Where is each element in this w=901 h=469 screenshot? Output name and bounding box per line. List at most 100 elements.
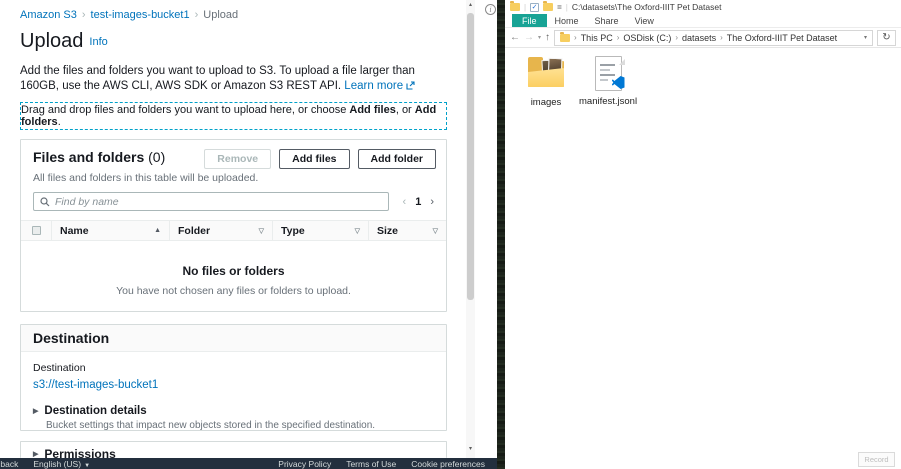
next-page-button[interactable]: › (430, 196, 434, 208)
scrollbar-thumb[interactable] (467, 13, 474, 300)
tab-file[interactable]: File (512, 14, 547, 27)
file-item-manifest-jsonl[interactable]: manifest.jsonl (579, 56, 637, 107)
files-and-folders-card: Files and folders (0) Remove Add files A… (20, 139, 447, 312)
breadcrumb-separator: › (195, 9, 199, 21)
info-link[interactable]: Info (89, 36, 107, 48)
privacy-policy-link[interactable]: Privacy Policy (278, 459, 331, 469)
filter-icon: ▽ (259, 227, 264, 235)
add-files-button[interactable]: Add files (279, 149, 349, 169)
aws-s3-upload-page: Amazon S3 › test-images-bucket1 › Upload Upl… (0, 0, 466, 469)
empty-state-subtitle: You have not chosen any files or folders… (21, 285, 446, 297)
destination-card: Destination Destination s3://test-images… (20, 324, 447, 431)
files-section-title: Files and folders (0) (33, 149, 165, 165)
vscode-badge-icon (612, 76, 625, 89)
column-header-folder[interactable]: Folder▽ (169, 221, 272, 240)
breadcrumb: Amazon S3 › test-images-bucket1 › Upload (20, 9, 238, 21)
upload-description: Add the files and folders you want to up… (20, 64, 444, 93)
quick-access-check-icon[interactable]: ✓ (530, 3, 539, 12)
previous-page-button[interactable]: ‹ (403, 196, 407, 208)
learn-more-link[interactable]: Learn more (344, 80, 415, 92)
file-list-area: images manifest.jsonl (505, 48, 901, 467)
destination-details-toggle[interactable]: ▶ Destination details (33, 405, 434, 417)
file-item-images-folder[interactable]: images (517, 56, 575, 108)
quick-access-customize-icon[interactable]: = (557, 3, 562, 12)
feedback-link[interactable]: Feedback (0, 459, 18, 469)
folder-icon (560, 34, 570, 42)
back-arrow-icon[interactable]: ← (510, 32, 520, 43)
page-title-text: Upload (20, 30, 83, 52)
destination-section-title: Destination (21, 325, 446, 352)
scroll-down-arrow[interactable]: ▾ (466, 445, 475, 452)
address-bar[interactable]: › This PC › OSDisk (C:) › datasets › The… (554, 30, 873, 46)
scroll-up-arrow[interactable]: ▴ (466, 1, 475, 8)
dropzone-add-files: Add files (349, 104, 395, 116)
search-icon (40, 197, 50, 207)
breadcrumb-current: Upload (203, 9, 238, 21)
forward-arrow-icon[interactable]: → (524, 32, 534, 43)
window-title-path: C:\datasets\The Oxford-IIIT Pet Dataset (572, 2, 722, 12)
cookie-preferences-link[interactable]: Cookie preferences (411, 459, 485, 469)
search-box (33, 192, 389, 211)
empty-state-title: No files or folders (21, 264, 446, 278)
breadcrumb-amazon-s3[interactable]: Amazon S3 (20, 9, 77, 21)
tab-share[interactable]: Share (587, 14, 627, 27)
up-arrow-icon[interactable]: ↑ (545, 32, 550, 43)
remove-button[interactable]: Remove (204, 149, 271, 169)
destination-bucket-link[interactable]: s3://test-images-bucket1 (33, 379, 434, 391)
address-crumb-datasets[interactable]: datasets (682, 33, 716, 43)
address-toolbar: ← → ▾ ↑ › This PC › OSDisk (C:) › datase… (505, 28, 901, 48)
caret-down-icon: ▼ (84, 463, 90, 469)
screen: Amazon S3 › test-images-bucket1 › Upload Upl… (0, 0, 901, 469)
tab-home[interactable]: Home (547, 14, 587, 27)
triangle-right-icon: ▶ (33, 407, 38, 415)
filter-icon: ▽ (355, 227, 360, 235)
aws-footer: Feedback English (US)▼ Privacy Policy Te… (0, 458, 497, 469)
column-header-name[interactable]: Name▲ (51, 221, 169, 240)
files-table-header: Name▲ Folder▽ Type▽ Size▽ (21, 220, 446, 241)
checkbox-icon (32, 226, 41, 235)
triangle-right-icon: ▶ (33, 450, 38, 458)
files-count: (0) (148, 149, 165, 165)
files-section-subtitle: All files and folders in this table will… (21, 172, 446, 184)
empty-state: No files or folders You have not chosen … (21, 264, 446, 297)
refresh-icon: ↻ (882, 32, 890, 43)
language-selector[interactable]: English (US)▼ (33, 459, 90, 469)
images-folder-icon (525, 56, 567, 92)
folder-icon (510, 3, 520, 11)
add-folder-button[interactable]: Add folder (358, 149, 437, 169)
recent-locations-icon[interactable]: ▾ (538, 34, 541, 41)
permissions-card: ▶ Permissions (20, 441, 447, 458)
desktop-wallpaper-strip (497, 0, 505, 469)
sort-ascending-icon: ▲ (154, 227, 161, 234)
record-button[interactable]: Record (858, 452, 895, 467)
vertical-scrollbar[interactable]: ▴ ▾ (466, 0, 475, 458)
select-all-checkbox[interactable] (21, 221, 51, 240)
info-icon[interactable]: i (485, 4, 496, 15)
address-crumb-current[interactable]: The Oxford-IIIT Pet Dataset (727, 33, 837, 43)
file-label: images (517, 97, 575, 108)
explorer-title-bar: | ✓ = | C:\datasets\The Oxford-IIIT Pet … (505, 0, 901, 14)
refresh-button[interactable]: ↻ (877, 30, 896, 46)
ribbon-tabs: File Home Share View (505, 14, 901, 28)
tab-view[interactable]: View (627, 14, 662, 27)
breadcrumb-separator: › (82, 9, 86, 21)
pagination: ‹ 1 › (403, 196, 434, 208)
address-crumb-this-pc[interactable]: This PC (581, 33, 613, 43)
find-by-name-input[interactable] (55, 196, 382, 208)
breadcrumb-bucket[interactable]: test-images-bucket1 (91, 9, 190, 21)
folder-icon[interactable] (543, 3, 553, 11)
drag-drop-zone[interactable]: Drag and drop files and folders you want… (20, 102, 447, 130)
terms-of-use-link[interactable]: Terms of Use (346, 459, 396, 469)
filter-icon: ▽ (433, 227, 438, 235)
external-link-icon (406, 81, 415, 90)
page-number[interactable]: 1 (415, 196, 421, 208)
destination-details-description: Bucket settings that impact new objects … (46, 420, 434, 431)
address-crumb-osdisk[interactable]: OSDisk (C:) (623, 33, 671, 43)
jsonl-document-icon (595, 56, 622, 91)
file-label: manifest.jsonl (579, 96, 637, 107)
column-header-type[interactable]: Type▽ (272, 221, 368, 240)
address-dropdown-icon[interactable]: ▾ (864, 34, 867, 41)
page-title: Upload Info (20, 30, 108, 53)
column-header-size[interactable]: Size▽ (368, 221, 446, 240)
file-explorer-window: | ✓ = | C:\datasets\The Oxford-IIIT Pet … (505, 0, 901, 469)
